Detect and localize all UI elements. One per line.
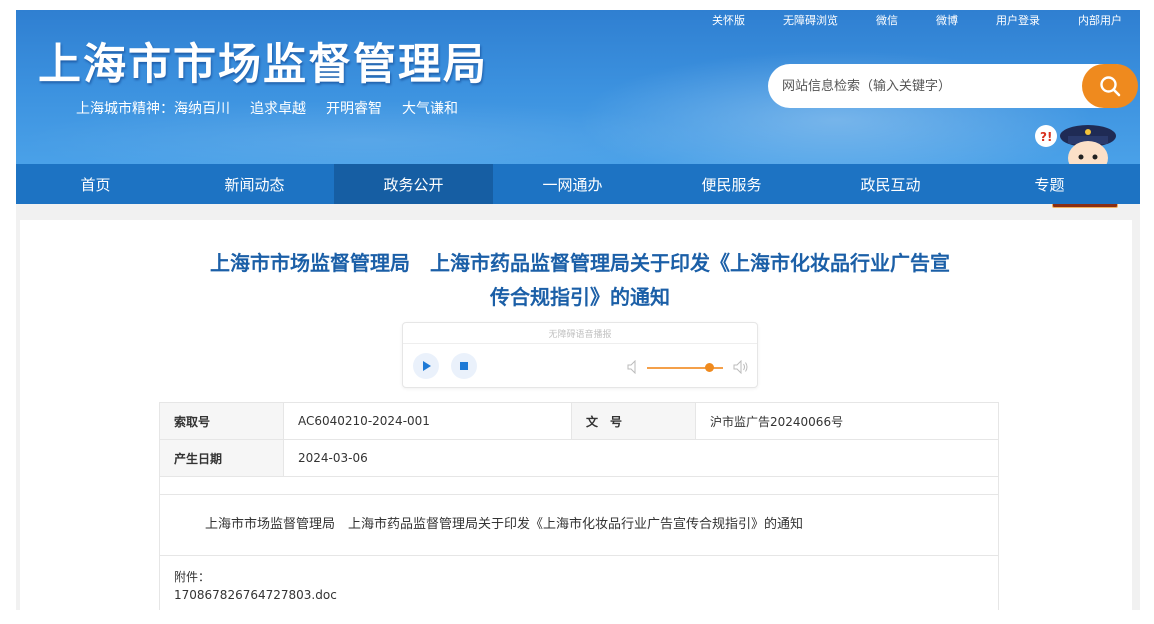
volume-slider-handle[interactable] [705,363,714,372]
city-motto: 上海城市精神：海纳百川 追求卓越 开明睿智 大气谦和 [76,98,458,118]
meta-value-date: 2024-03-06 [283,439,999,477]
nav-news[interactable]: 新闻动态 [175,164,334,204]
search-box [768,64,1138,108]
play-button[interactable] [413,353,439,379]
audio-player: 无障碍语音播报 [402,322,758,388]
stop-icon [460,362,468,370]
meta-key-index: 索取号 [159,402,284,440]
top-link-weibo[interactable]: 微博 [936,12,958,28]
search-input[interactable] [782,74,1062,98]
motto-part-1: 上海城市精神：海纳百川 [76,101,230,117]
attachment-label: 附件： [174,570,211,584]
svg-text:?!: ?! [1040,130,1052,144]
motto-part-4: 大气谦和 [402,101,458,117]
meta-value-doc-number: 沪市监广告20240066号 [695,402,999,440]
meta-key-date: 产生日期 [159,439,284,477]
meta-key-doc-number: 文 号 [571,402,696,440]
nav-topics[interactable]: 专题 [970,164,1129,204]
site-title[interactable]: 上海市市场监督管理局 [38,30,488,92]
volume-high-icon [733,360,748,374]
top-link-accessibility[interactable]: 无障碍浏览 [783,12,838,28]
meta-row: 索取号 AC6040210-2024-001 文 号 沪市监广告20240066… [159,402,999,440]
article-title-line-1: 上海市市场监督管理局 上海市药品监督管理局关于印发《上海市化妆品行业广告宣 [210,251,950,275]
top-link-care-mode[interactable]: 关怀版 [712,12,745,28]
meta-row: 产生日期 2024-03-06 [159,439,999,477]
motto-part-2: 追求卓越 [250,101,306,117]
audio-divider [403,343,757,344]
nav-gov-affairs[interactable]: 政务公开 [334,164,493,204]
audio-player-label: 无障碍语音播报 [548,330,612,340]
site-header: 关怀版 无障碍浏览 微信 微博 用户登录 内部用户 上海市市场监督管理局 上海城… [16,10,1140,164]
motto-part-3: 开明睿智 [326,101,382,117]
main-nav: 首页 新闻动态 政务公开 一网通办 便民服务 政民互动 专题 [16,164,1140,204]
nav-convenience[interactable]: 便民服务 [652,164,811,204]
stop-button[interactable] [451,353,477,379]
top-link-wechat[interactable]: 微信 [876,12,898,28]
play-icon [423,361,431,371]
search-button[interactable] [1082,64,1138,108]
top-links-bar: 关怀版 无障碍浏览 微信 微博 用户登录 内部用户 [674,12,1122,28]
document-meta-table: 索取号 AC6040210-2024-001 文 号 沪市监广告20240066… [159,402,999,495]
meta-spacer-cell [159,476,999,495]
article-card: 上海市市场监督管理局 上海市药品监督管理局关于印发《上海市化妆品行业广告宣 传合… [20,220,1132,610]
meta-spacer-row [159,476,999,495]
attachment-box: 附件： 170867826764727803.doc [159,556,999,610]
attachment-file-link[interactable]: 170867826764727803.doc [174,586,984,604]
meta-value-index: AC6040210-2024-001 [283,402,572,440]
article-title: 上海市市场监督管理局 上海市药品监督管理局关于印发《上海市化妆品行业广告宣 传合… [160,246,1000,314]
top-link-internal-user[interactable]: 内部用户 [1078,12,1122,28]
nav-interaction[interactable]: 政民互动 [811,164,970,204]
page: 关怀版 无障碍浏览 微信 微博 用户登录 内部用户 上海市市场监督管理局 上海城… [16,10,1140,610]
article-title-line-2: 传合规指引》的通知 [490,285,670,309]
volume-low-icon [627,360,636,374]
nav-online-service[interactable]: 一网通办 [493,164,652,204]
nav-home[interactable]: 首页 [16,164,175,204]
top-link-user-login[interactable]: 用户登录 [996,12,1040,28]
article-body: 上海市市场监督管理局 上海市药品监督管理局关于印发《上海市化妆品行业广告宣传合规… [159,493,999,556]
search-icon [1100,76,1121,97]
